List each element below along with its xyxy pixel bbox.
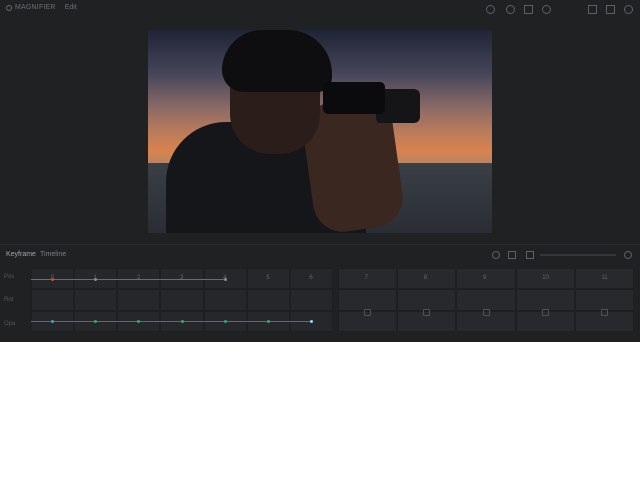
row-label-opa: Opa (4, 321, 16, 327)
keyframe-area[interactable]: 0123456 (31, 268, 333, 332)
clip-thumbnail-icon[interactable] (423, 309, 431, 316)
edit-tab[interactable]: Edit (65, 4, 77, 11)
timeline-cell[interactable] (31, 289, 75, 311)
row-label-rot: Rot (4, 297, 14, 303)
clip-thumbnail-icon[interactable] (482, 309, 490, 316)
keyframe-dot[interactable] (180, 320, 184, 324)
close-panel-icon[interactable] (624, 251, 632, 259)
clip-cell[interactable] (397, 268, 457, 290)
tab-timeline[interactable]: Timeline (40, 251, 66, 258)
image-preview (148, 30, 492, 233)
keyframe-dot[interactable] (309, 320, 313, 324)
top-bar: MAGNIFIER Edit (0, 0, 640, 20)
person-hair (222, 30, 332, 92)
clip-cell[interactable] (456, 268, 516, 290)
keyframe-dot[interactable] (94, 277, 98, 281)
row-label-pos: Pos (4, 274, 15, 280)
undo-icon[interactable] (506, 5, 515, 14)
clip-cell[interactable] (338, 289, 398, 311)
zoom-slider[interactable] (540, 254, 616, 256)
marker-icon[interactable] (526, 251, 534, 259)
clip-thumbnail-icon[interactable] (541, 309, 549, 316)
clip-thumbnail-icon[interactable] (600, 309, 608, 316)
keyframe-dot[interactable] (51, 277, 55, 281)
timeline-grid: Pos Rot Opa 0123456 7891011 (0, 266, 640, 336)
app-logo-icon (6, 4, 12, 11)
clip-cell[interactable] (574, 289, 634, 311)
keyframe-dot[interactable] (223, 277, 227, 281)
timeline-cell[interactable] (246, 289, 290, 311)
profile-icon[interactable] (624, 5, 633, 14)
clip-area[interactable]: 7 8 9 10 11 (338, 268, 634, 332)
clip-cell[interactable] (574, 268, 634, 290)
app-window: MAGNIFIER Edit Keyframe Timeline Pos Rot… (0, 0, 640, 342)
app-brand: MAGNIFIER Edit (6, 4, 77, 11)
zoom-icon[interactable] (486, 5, 495, 14)
keyframe-track-line (31, 278, 226, 280)
timeline-cell[interactable] (246, 268, 290, 290)
tab-keyframe[interactable]: Keyframe (6, 251, 36, 258)
clip-cell[interactable] (515, 268, 575, 290)
play-icon[interactable] (492, 251, 500, 259)
share-icon[interactable] (588, 5, 597, 14)
timeline-cell[interactable] (289, 289, 333, 311)
timeline-cell[interactable] (289, 268, 333, 290)
stop-icon[interactable] (508, 251, 516, 259)
timeline-cell[interactable] (203, 289, 247, 311)
clip-cell[interactable] (338, 268, 398, 290)
keyframe-dot[interactable] (266, 320, 270, 324)
app-title: MAGNIFIER (15, 4, 56, 11)
history-icon[interactable] (542, 5, 551, 14)
clip-cell[interactable] (515, 289, 575, 311)
keyframe-dot[interactable] (223, 320, 227, 324)
panel-toolbar: Keyframe Timeline (0, 244, 640, 265)
timeline-cell[interactable] (74, 289, 118, 311)
crop-icon[interactable] (524, 5, 533, 14)
clip-thumbnail-icon[interactable] (364, 309, 372, 316)
settings-icon[interactable] (606, 5, 615, 14)
timeline-cell[interactable] (160, 289, 204, 311)
timeline-cell[interactable] (117, 289, 161, 311)
camera-body (323, 82, 385, 114)
clip-cell[interactable] (456, 289, 516, 311)
clip-cell[interactable] (397, 289, 457, 311)
